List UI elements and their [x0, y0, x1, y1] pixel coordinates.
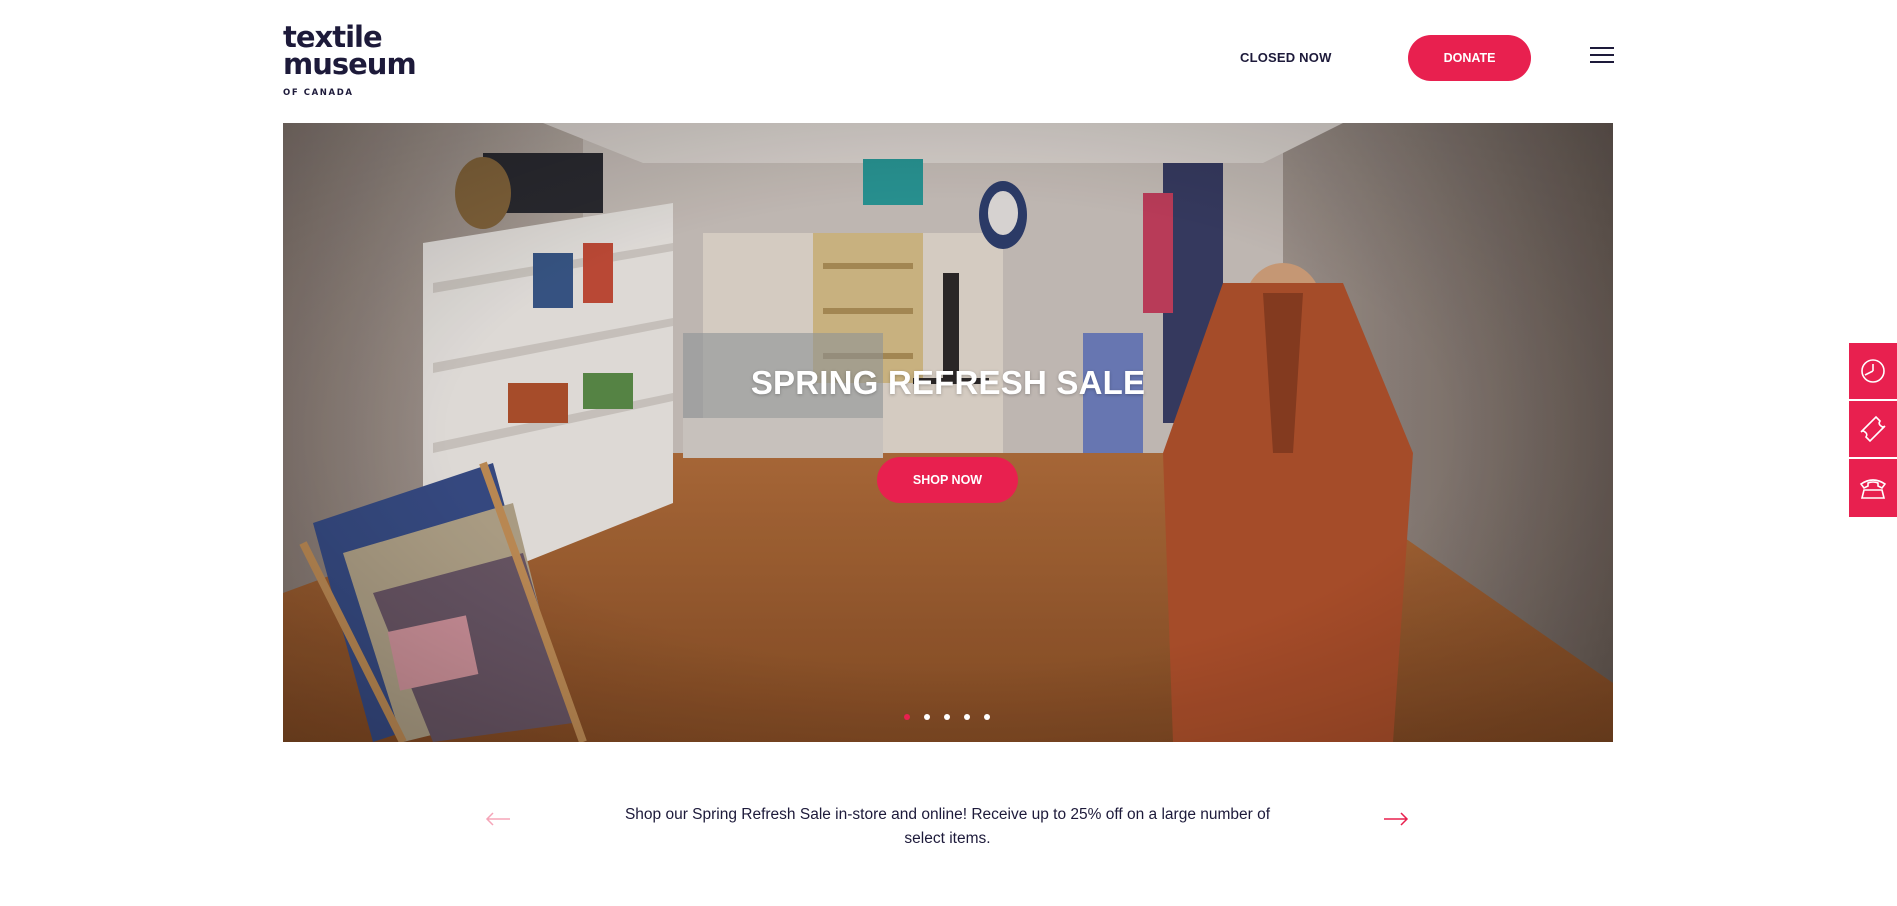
ticket-icon [1860, 415, 1886, 443]
slide-pagination [904, 714, 990, 720]
contact-button[interactable] [1849, 459, 1897, 517]
gift-shop-photo [283, 123, 1613, 742]
hours-button[interactable] [1849, 343, 1897, 401]
logo-line-2: museum [283, 47, 417, 81]
hamburger-menu-icon[interactable] [1590, 45, 1614, 65]
clock-icon [1861, 359, 1885, 383]
tickets-button[interactable] [1849, 401, 1897, 459]
side-toolbar [1849, 343, 1897, 517]
site-logo[interactable]: textile museum OF CANADA [283, 23, 417, 99]
arrow-right-icon[interactable] [1383, 811, 1409, 827]
hero-slider: SPRING REFRESH SALE SHOP NOW [283, 123, 1613, 742]
slide-dot-1[interactable] [904, 714, 910, 720]
logo-line-3: OF CANADA [283, 88, 354, 98]
phone-icon [1859, 479, 1887, 499]
shop-now-button[interactable]: SHOP NOW [877, 457, 1018, 503]
arrow-left-icon[interactable] [485, 811, 511, 827]
hours-status[interactable]: CLOSED NOW [1240, 50, 1332, 65]
slide-caption: Shop our Spring Refresh Sale in-store an… [624, 806, 1271, 847]
slide-dot-4[interactable] [964, 714, 970, 720]
slide-dot-3[interactable] [944, 714, 950, 720]
slide-dot-5[interactable] [984, 714, 990, 720]
hero-title: SPRING REFRESH SALE [750, 364, 1146, 401]
donate-button[interactable]: DONATE [1408, 35, 1531, 81]
site-header: textile museum OF CANADA CLOSED NOW DONA… [0, 0, 1897, 122]
slide-dot-2[interactable] [924, 714, 930, 720]
